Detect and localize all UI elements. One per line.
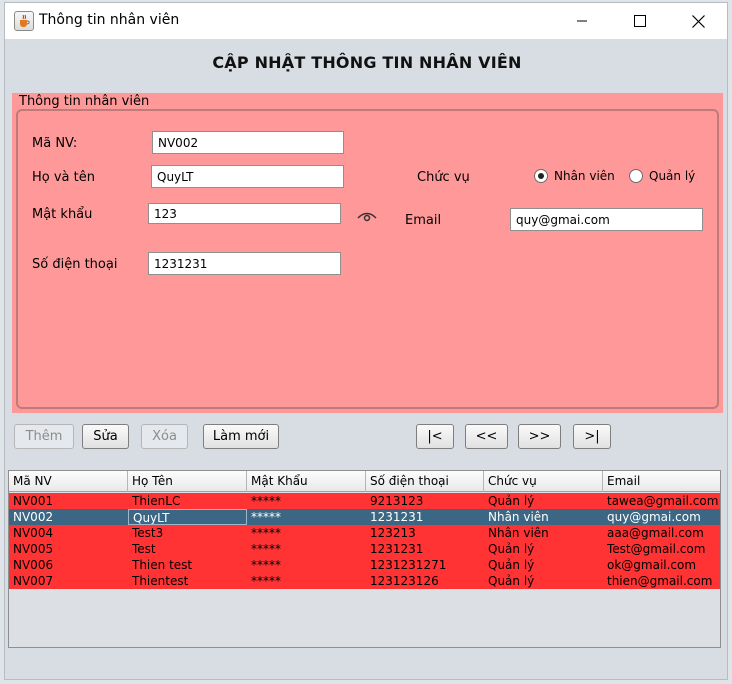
role-employee-radio[interactable]: Nhân viên — [534, 169, 615, 183]
table-cell: NV001 — [13, 494, 54, 508]
window-bottom — [5, 649, 727, 679]
minimize-icon — [577, 20, 587, 22]
delete-button[interactable]: Xóa — [141, 424, 188, 449]
password-field[interactable]: 123 — [148, 203, 341, 224]
table-cell: Test3 — [132, 526, 164, 540]
table-cell: ***** — [251, 494, 281, 508]
full-name-label: Họ và tên — [32, 170, 95, 185]
column-header[interactable]: Mật Khẩu — [247, 471, 366, 492]
table-cell: ThienLC — [132, 494, 181, 508]
maximize-button[interactable] — [611, 3, 669, 39]
column-header[interactable]: Mã NV — [9, 471, 128, 492]
page-title: CẬP NHẬT THÔNG TIN NHÂN VIÊN — [212, 53, 522, 72]
java-cup-icon — [14, 11, 34, 31]
role-manager-label: Quản lý — [649, 169, 696, 183]
table-cell: Thien test — [132, 558, 193, 572]
employee-table[interactable]: Mã NV Họ Tên Mật Khẩu Số điện thoại Chức… — [8, 470, 721, 648]
table-cell: Quản lý — [488, 558, 535, 572]
table-cell: NV006 — [13, 558, 54, 572]
table-cell: NV007 — [13, 574, 54, 588]
table-row[interactable]: NV004 Test3 ***** 123213 Nhân viên aaa@g… — [9, 525, 720, 541]
panel-title: Thông tin nhân viên — [19, 94, 150, 109]
first-record-button[interactable]: |< — [416, 424, 454, 449]
table-cell: tawea@gmail.com — [607, 494, 719, 508]
table-row[interactable]: NV007 Thientest ***** 123123126 Quản lý … — [9, 573, 720, 589]
table-cell: Quản lý — [488, 494, 535, 508]
table-row[interactable]: NV005 Test ***** 1231231 Quản lý Test@gm… — [9, 541, 720, 557]
table-cell: ok@gmail.com — [607, 558, 697, 572]
table-cell: 1231231 — [370, 510, 424, 524]
close-button[interactable] — [669, 3, 727, 39]
table-cell-focused: QuyLT — [128, 509, 247, 525]
table-cell: 1231231 — [370, 542, 424, 556]
table-cell: Thientest — [132, 574, 189, 588]
table-cell: Quản lý — [488, 542, 535, 556]
table-cell: aaa@gmail.com — [607, 526, 704, 540]
employee-info-panel: Thông tin nhân viên Mã NV: NV002 Họ và t… — [12, 93, 723, 413]
table-row-selected[interactable]: NV002 QuyLT ***** 1231231 Nhân viên quy@… — [9, 509, 720, 525]
table-cell: ***** — [251, 526, 281, 540]
minimize-button[interactable] — [553, 3, 611, 39]
add-button[interactable]: Thêm — [14, 424, 74, 449]
employee-id-label: Mã NV: — [32, 136, 78, 151]
show-password-button[interactable] — [357, 208, 377, 227]
title-bar[interactable]: Thông tin nhân viên — [5, 3, 727, 39]
table-cell: quy@gmai.com — [607, 510, 701, 524]
table-body: NV001 ThienLC ***** 9213123 Quản lý tawe… — [9, 493, 720, 589]
table-cell: 123123126 — [370, 574, 439, 588]
column-header[interactable]: Số điện thoại — [366, 471, 484, 492]
table-cell: 1231231271 — [370, 558, 447, 572]
radio-unselected-icon — [629, 169, 643, 183]
table-cell: Nhân viên — [488, 526, 549, 540]
role-label: Chức vụ — [417, 170, 470, 185]
role-manager-radio[interactable]: Quản lý — [629, 169, 695, 183]
table-cell: Quản lý — [488, 574, 535, 588]
table-row[interactable]: NV001 ThienLC ***** 9213123 Quản lý tawe… — [9, 493, 720, 509]
edit-button[interactable]: Sửa — [82, 424, 129, 449]
close-icon — [691, 14, 705, 28]
next-record-button[interactable]: >> — [518, 424, 561, 449]
password-label: Mật khẩu — [32, 207, 93, 222]
table-cell: Nhân viên — [488, 510, 549, 524]
table-cell: Test@gmail.com — [607, 542, 706, 556]
table-cell: ***** — [251, 574, 281, 588]
radio-selected-icon — [534, 169, 548, 183]
eye-icon — [357, 212, 377, 222]
column-header[interactable]: Họ Tên — [128, 471, 247, 492]
panel-border — [16, 109, 719, 409]
window-title: Thông tin nhân viên — [39, 12, 180, 28]
table-cell: ***** — [251, 558, 281, 572]
table-cell: NV002 — [13, 510, 54, 524]
role-employee-label: Nhân viên — [554, 169, 615, 183]
column-header[interactable]: Email — [603, 471, 720, 492]
full-name-field[interactable]: QuyLT — [151, 165, 344, 188]
table-cell: ***** — [251, 510, 281, 524]
table-cell: 123213 — [370, 526, 416, 540]
phone-label: Số điện thoại — [32, 257, 118, 272]
table-cell: NV005 — [13, 542, 54, 556]
column-header[interactable]: Chức vụ — [484, 471, 603, 492]
table-row[interactable]: NV006 Thien test ***** 1231231271 Quản l… — [9, 557, 720, 573]
last-record-button[interactable]: >| — [573, 424, 611, 449]
refresh-button[interactable]: Làm mới — [203, 424, 279, 449]
table-cell: 9213123 — [370, 494, 424, 508]
table-cell: thien@gmail.com — [607, 574, 713, 588]
table-cell: NV004 — [13, 526, 54, 540]
table-cell: ***** — [251, 542, 281, 556]
phone-field[interactable]: 1231231 — [148, 252, 341, 275]
email-label: Email — [405, 213, 442, 228]
employee-window: Thông tin nhân viên CẬP NHẬT THÔNG TIN N… — [4, 2, 728, 680]
employee-id-field[interactable]: NV002 — [152, 131, 344, 154]
table-header: Mã NV Họ Tên Mật Khẩu Số điện thoại Chức… — [9, 471, 720, 492]
email-field[interactable]: quy@gmai.com — [510, 208, 703, 231]
prev-record-button[interactable]: << — [465, 424, 508, 449]
maximize-icon — [634, 15, 646, 27]
table-cell: Test — [132, 542, 156, 556]
